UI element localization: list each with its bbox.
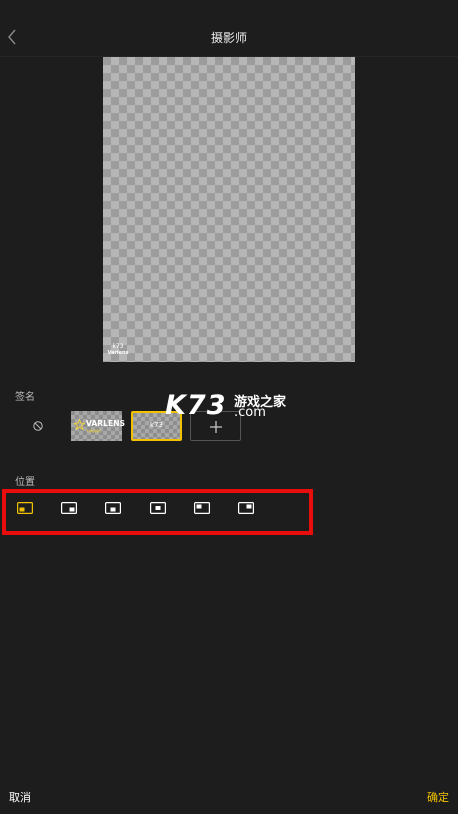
preview-watermark-text: k73 — [112, 343, 124, 350]
site-watermark: K73 游戏之家 .com — [165, 390, 295, 426]
confirm-button[interactable]: 确定 — [427, 789, 449, 805]
bottom-center-position-icon — [105, 502, 122, 515]
varlens-subtext: 大神级相机 — [86, 429, 102, 433]
position-option-top-left[interactable] — [194, 499, 211, 515]
position-option-top-right[interactable] — [238, 499, 255, 515]
signature-option-varlens[interactable]: VARLENS 大神级相机 — [71, 411, 126, 441]
signature-label: 签名 — [15, 392, 35, 403]
header-bar: 摄影师 — [0, 0, 458, 57]
position-label: 位置 — [15, 477, 35, 488]
preview-watermark-subtext: Varlens — [107, 350, 129, 356]
top-left-position-icon — [194, 502, 211, 515]
position-option-bottom-left[interactable] — [17, 499, 34, 515]
position-option-bottom-center[interactable] — [105, 499, 122, 515]
cancel-button[interactable]: 取消 — [9, 789, 31, 805]
position-option-center[interactable] — [150, 499, 167, 515]
position-option-bottom-right[interactable] — [61, 499, 78, 515]
site-watermark-domain: .com — [234, 405, 266, 420]
varlens-logo-icon — [74, 419, 85, 430]
photo-preview: k73 Varlens — [103, 57, 355, 362]
bottom-left-position-icon — [17, 502, 34, 515]
top-right-position-icon — [238, 502, 255, 515]
preview-watermark: k73 Varlens — [107, 343, 129, 359]
signature-option-none[interactable] — [30, 418, 46, 434]
page-title: 摄影师 — [210, 31, 247, 45]
center-position-icon — [150, 502, 167, 515]
varlens-brand: VARLENS — [86, 419, 126, 428]
site-watermark-brand: K73 — [165, 390, 227, 421]
bottom-right-position-icon — [61, 502, 78, 515]
no-signature-icon — [33, 421, 43, 431]
